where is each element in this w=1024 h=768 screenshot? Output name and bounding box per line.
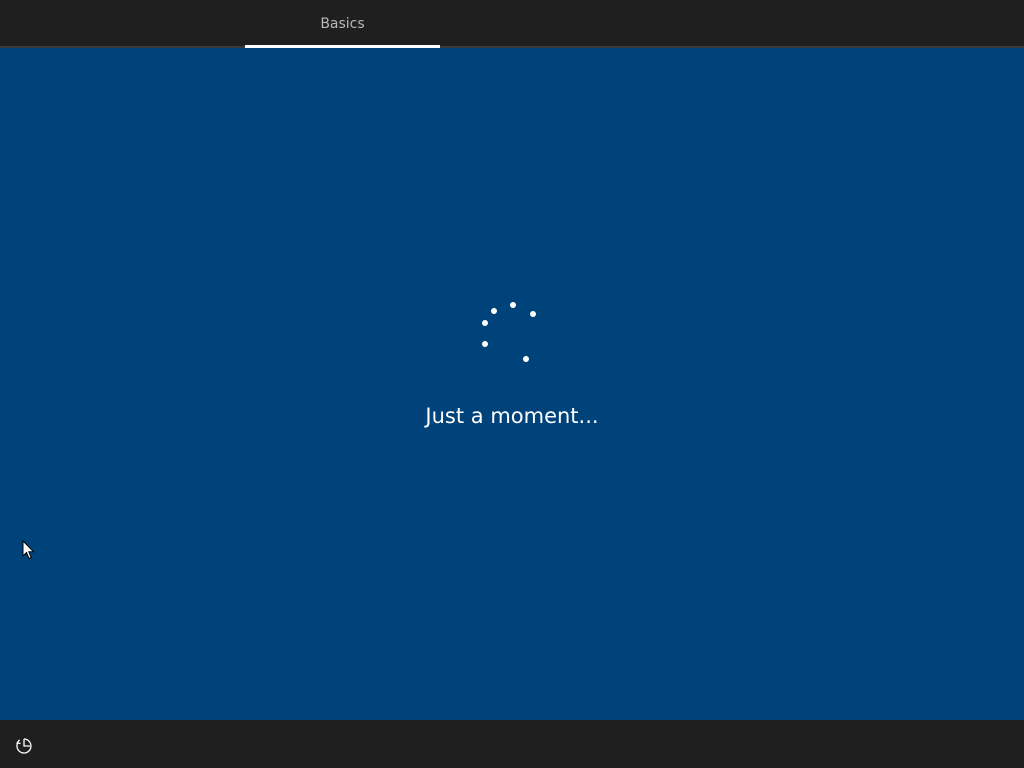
tab-basics: Basics bbox=[245, 0, 440, 46]
ease-of-access-icon[interactable] bbox=[14, 736, 34, 756]
tab-basics-label: Basics bbox=[320, 16, 365, 32]
status-message: Just a moment... bbox=[425, 404, 599, 428]
main-content bbox=[0, 48, 1024, 720]
top-bar: Basics bbox=[0, 0, 1024, 48]
loading-spinner-icon bbox=[478, 298, 546, 366]
bottom-bar bbox=[0, 720, 1024, 768]
mouse-cursor-icon bbox=[22, 539, 36, 564]
